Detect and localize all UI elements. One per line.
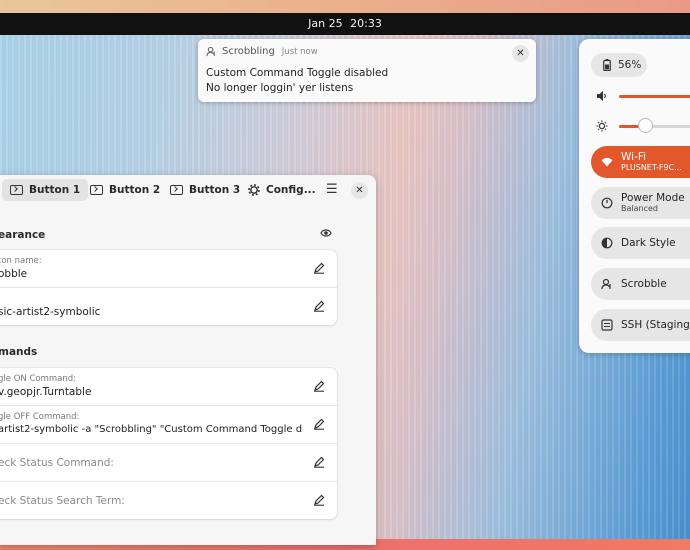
edit-button[interactable] [313, 300, 325, 315]
edit-button[interactable] [313, 380, 325, 395]
close-icon: ✕ [355, 185, 364, 196]
notification-body: No longer loggin' yer listens [206, 82, 354, 94]
edit-button[interactable] [313, 418, 325, 433]
edit-button[interactable] [313, 262, 325, 277]
field-label: gle ON Command: [0, 374, 76, 384]
edit-button[interactable] [313, 456, 325, 471]
appearance-card: ton name: obble : sic-artist2-symbolic [0, 250, 337, 325]
toggle-on-command-row[interactable]: gle ON Command: v.geopjr.Turntable [0, 368, 337, 406]
pencil-icon [314, 262, 325, 274]
window-close-button[interactable]: ✕ [351, 182, 368, 199]
appearance-title: earance [0, 229, 46, 241]
quick-settings-panel: 56% Wi-Fi PLUSNET-F9C... Power Mode Bala… [579, 39, 690, 353]
ssh-label: SSH (Staging) [621, 319, 690, 331]
server-icon [601, 319, 613, 331]
brightness-icon [596, 120, 608, 135]
edit-button[interactable] [313, 494, 325, 509]
close-icon: ✕ [516, 48, 525, 59]
tab-label: Button 1 [29, 184, 81, 196]
tab-bar: Button 1 Button 2 Button 3 Config... ☰ ✕ [0, 175, 376, 205]
clock-date[interactable]: Jan 25 [308, 17, 342, 30]
top-wallpaper-strip [0, 0, 690, 13]
tab-label: Button 3 [189, 184, 241, 196]
pencil-icon [314, 380, 325, 392]
gear-icon [248, 184, 260, 196]
eye-icon [320, 229, 332, 237]
notification-app: Scrobbling [222, 46, 275, 57]
dark-style-toggle[interactable]: Dark Style [591, 227, 690, 259]
battery-button[interactable]: 56% [591, 53, 647, 77]
commands-card: gle ON Command: v.geopjr.Turntable gle O… [0, 368, 337, 519]
notification-header: Scrobbling Just now [206, 46, 318, 57]
top-bar: Jan 25 20:33 [0, 13, 690, 35]
hamburger-icon: ☰ [326, 182, 338, 197]
power-mode-title: Power Mode [621, 192, 685, 204]
ssh-staging-toggle[interactable]: SSH (Staging) [591, 309, 690, 341]
app-window: Button 1 Button 2 Button 3 Config... ☰ ✕… [0, 175, 376, 545]
notification-title: Custom Command Toggle disabled [206, 67, 389, 79]
toggle-off-command-row[interactable]: gle OFF Command: artist2-symbolic -a "Sc… [0, 406, 337, 444]
tab-config[interactable]: Config... [240, 179, 324, 201]
preview-button[interactable] [320, 228, 332, 241]
wifi-icon [601, 157, 613, 167]
check-status-search-term-row[interactable]: eck Status Search Term: [0, 482, 337, 519]
field-value: v.geopjr.Turntable [0, 386, 92, 398]
dark-style-label: Dark Style [621, 237, 676, 249]
field-value: obble [0, 268, 28, 280]
power-mode-value: Balanced [621, 204, 658, 213]
scrobble-toggle[interactable]: Scrobble [591, 268, 690, 300]
tab-button-1[interactable]: Button 1 [2, 179, 89, 201]
clock-time[interactable]: 20:33 [350, 17, 382, 30]
field-label: gle OFF Command: [0, 412, 80, 422]
notification-banner[interactable]: Scrobbling Just now Custom Command Toggl… [198, 39, 536, 102]
field-label: : [0, 294, 1, 304]
tab-label: Button 2 [109, 184, 161, 196]
notification-time: Just now [281, 46, 318, 57]
terminal-icon [90, 185, 103, 195]
notification-close-button[interactable]: ✕ [512, 45, 529, 62]
pencil-icon [314, 300, 325, 312]
field-value: sic-artist2-symbolic [0, 306, 101, 318]
dark-style-icon [601, 237, 613, 249]
speaker-icon [596, 90, 608, 105]
field-label: ton name: [0, 256, 42, 266]
volume-fill [619, 95, 690, 98]
icon-row[interactable]: : sic-artist2-symbolic [0, 288, 337, 325]
battery-icon [603, 59, 611, 71]
pencil-icon [314, 418, 325, 430]
pencil-icon [314, 456, 325, 468]
volume-slider[interactable] [591, 87, 690, 105]
brightness-knob[interactable] [639, 119, 652, 132]
wifi-network: PLUSNET-F9C... [621, 163, 682, 172]
brightness-slider[interactable] [591, 117, 690, 135]
scrobble-icon [601, 278, 611, 290]
scrobble-label: Scrobble [621, 278, 667, 290]
wifi-title: Wi-Fi [621, 151, 647, 163]
wifi-toggle[interactable]: Wi-Fi PLUSNET-F9C... [591, 146, 690, 178]
tab-button-2[interactable]: Button 2 [82, 179, 168, 201]
field-placeholder: eck Status Search Term: [0, 495, 125, 507]
commands-title: mands [0, 346, 38, 358]
scrobble-icon [206, 46, 215, 57]
power-mode-toggle[interactable]: Power Mode Balanced [591, 187, 690, 219]
button-name-row[interactable]: ton name: obble [0, 250, 337, 288]
field-placeholder: eck Status Command: [0, 457, 114, 469]
check-status-command-row[interactable]: eck Status Command: [0, 444, 337, 482]
power-mode-icon [601, 197, 613, 209]
field-value: artist2-symbolic -a "Scrobbling" "Custom… [0, 424, 303, 435]
terminal-icon [10, 185, 23, 195]
terminal-icon [170, 185, 183, 195]
menu-button[interactable]: ☰ [326, 183, 338, 196]
tab-label: Config... [266, 184, 316, 196]
pencil-icon [314, 494, 325, 506]
tab-button-3[interactable]: Button 3 [162, 179, 248, 201]
battery-percent: 56% [618, 59, 642, 71]
